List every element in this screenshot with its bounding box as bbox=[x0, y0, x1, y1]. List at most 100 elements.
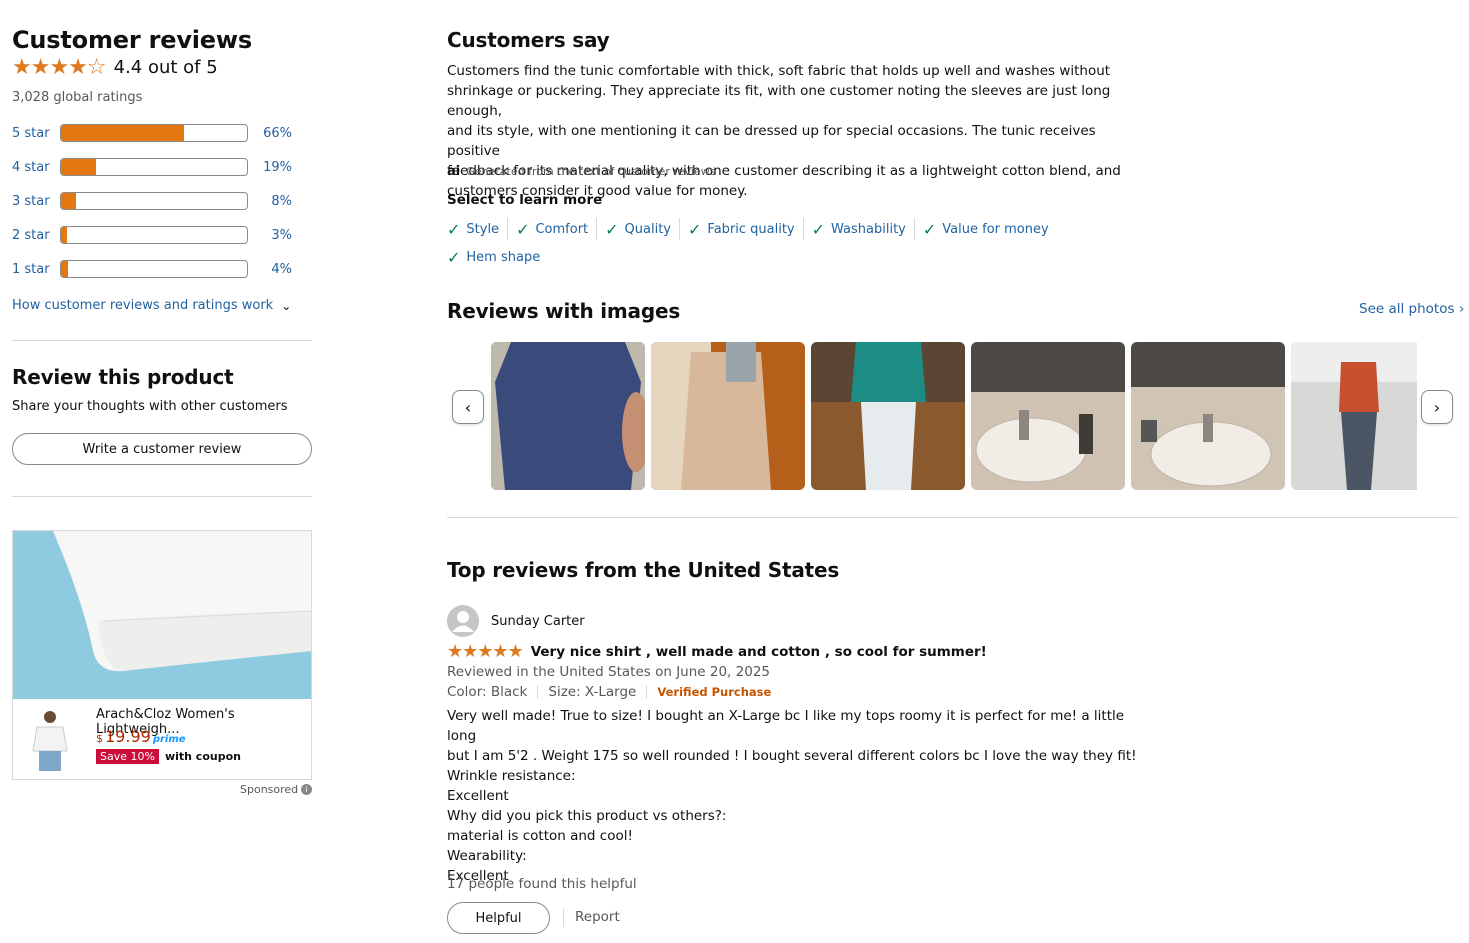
aspect-chip-value-for-money[interactable]: ✓ Value for money bbox=[923, 218, 1057, 240]
aspect-label: Style bbox=[466, 221, 500, 237]
checkmark-icon: ✓ bbox=[516, 219, 530, 239]
review-photo-red-shirt bbox=[1291, 342, 1417, 490]
review-product-subtitle: Share your thoughts with other customers bbox=[12, 399, 288, 414]
review-body-line: Very well made! True to size! I bought a… bbox=[447, 708, 1125, 744]
aspect-chip-comfort[interactable]: ✓ Comfort bbox=[516, 218, 598, 240]
ad-garment-image bbox=[53, 531, 311, 672]
review-image-1[interactable] bbox=[491, 342, 645, 490]
avatar bbox=[447, 605, 479, 637]
sponsored-ad[interactable]: Arach&Cloz Women's Lightweigh... $ 19.99… bbox=[12, 530, 312, 780]
review-image-2[interactable] bbox=[651, 342, 805, 490]
histogram-star-label: 4 star bbox=[12, 160, 50, 175]
aspect-label: Comfort bbox=[535, 221, 589, 237]
ad-coupon: Save 10% with coupon bbox=[96, 749, 241, 764]
histogram-percent: 8% bbox=[271, 194, 292, 209]
review-photo-blue-shirt bbox=[491, 342, 645, 490]
review-size[interactable]: Size: X-Large bbox=[548, 684, 636, 700]
global-ratings: 3,028 global ratings bbox=[12, 90, 143, 105]
chevron-right-icon: › bbox=[1433, 397, 1441, 417]
review-variant: Color: Black Size: X-Large Verified Purc… bbox=[447, 684, 771, 700]
histogram-star-label: 3 star bbox=[12, 194, 50, 209]
overall-rating[interactable]: ★★★★☆ 4.4 out of 5 bbox=[12, 55, 218, 80]
histogram-percent: 66% bbox=[263, 126, 292, 141]
sponsored-label[interactable]: Sponsored i bbox=[240, 783, 313, 796]
how-reviews-work-label: How customer reviews and ratings work bbox=[12, 298, 274, 313]
customer-reviews-title: Customer reviews bbox=[12, 26, 252, 54]
rating-text: 4.4 out of 5 bbox=[113, 57, 218, 78]
histogram-star-label: 1 star bbox=[12, 262, 50, 277]
histogram-percent: 19% bbox=[263, 160, 292, 175]
review-body-line: Why did you pick this product vs others?… bbox=[447, 808, 727, 824]
verified-purchase-badge: Verified Purchase bbox=[657, 685, 772, 699]
customers-say-title: Customers say bbox=[447, 28, 610, 52]
review-photo-mirror-selfie bbox=[651, 342, 805, 490]
rating-stars: ★★★★☆ bbox=[12, 55, 107, 80]
aspect-chips-row-1: ✓ Style ✓ Comfort ✓ Quality ✓ Fabric quality ✓ Wa… bbox=[447, 218, 1065, 240]
see-all-photos-label: See all photos bbox=[1359, 301, 1455, 317]
review-body-line: but I am 5'2 . Weight 175 so well rounde… bbox=[447, 748, 1137, 764]
aspect-chip-quality[interactable]: ✓ Quality bbox=[605, 218, 680, 240]
carousel-prev-button[interactable]: ‹ bbox=[452, 390, 484, 424]
review-meta: Reviewed in the United States on June 20… bbox=[447, 664, 770, 680]
carousel-next-button[interactable]: › bbox=[1421, 390, 1453, 424]
review-body: Very well made! True to size! I bought a… bbox=[447, 706, 1147, 886]
histogram-star-label: 5 star bbox=[12, 126, 50, 141]
review-image-6[interactable] bbox=[1291, 342, 1417, 490]
review-image-5[interactable] bbox=[1131, 342, 1285, 490]
review-photo-teal-shirt bbox=[811, 342, 965, 490]
aspect-label: Value for money bbox=[942, 221, 1049, 237]
review-body-line: Wrinkle resistance: bbox=[447, 768, 576, 784]
see-all-photos-link[interactable]: See all photos › bbox=[1359, 301, 1464, 317]
review-headline-row[interactable]: ★★★★★ Very nice shirt , well made and co… bbox=[447, 641, 987, 662]
review-image-3[interactable] bbox=[811, 342, 965, 490]
histogram-bar-fill bbox=[61, 125, 184, 141]
separator bbox=[646, 685, 648, 699]
helpful-button[interactable]: Helpful bbox=[447, 902, 550, 934]
histogram-bar bbox=[60, 260, 248, 278]
aspect-label: Fabric quality bbox=[707, 221, 795, 237]
aspect-chip-hem-shape[interactable]: ✓ Hem shape bbox=[447, 246, 548, 268]
histogram-bar-fill bbox=[61, 193, 76, 209]
histogram-bar bbox=[60, 192, 248, 210]
histogram-row-1-star[interactable]: 1 star 4% bbox=[12, 260, 302, 282]
how-reviews-work-link[interactable]: How customer reviews and ratings work ⌄ bbox=[12, 298, 291, 313]
aspect-chip-style[interactable]: ✓ Style bbox=[447, 218, 509, 240]
checkmark-icon: ✓ bbox=[605, 219, 619, 239]
select-to-learn-label: Select to learn more bbox=[447, 192, 603, 208]
divider bbox=[447, 517, 1458, 518]
helpful-count: 17 people found this helpful bbox=[447, 876, 637, 892]
histogram-bar bbox=[60, 158, 248, 176]
top-reviews-title: Top reviews from the United States bbox=[447, 558, 840, 582]
customers-say-summary: Customers find the tunic comfortable wit… bbox=[447, 61, 1137, 201]
histogram-row-2-star[interactable]: 2 star 3% bbox=[12, 226, 302, 248]
aspect-label: Quality bbox=[624, 221, 671, 237]
histogram-star-label: 2 star bbox=[12, 228, 50, 243]
summary-line: and its style, with one mentioning it ca… bbox=[447, 123, 1096, 159]
aspect-label: Hem shape bbox=[466, 249, 541, 265]
checkmark-icon: ✓ bbox=[447, 247, 461, 267]
review-product-title: Review this product bbox=[12, 365, 234, 389]
aspect-chip-washability[interactable]: ✓ Washability bbox=[812, 218, 915, 240]
ad-hero-image[interactable] bbox=[13, 531, 311, 699]
review-headline[interactable]: Very nice shirt , well made and cotton ,… bbox=[531, 644, 987, 660]
review-color[interactable]: Color: Black bbox=[447, 684, 527, 700]
aspect-chip-fabric-quality[interactable]: ✓ Fabric quality bbox=[688, 218, 804, 240]
save-badge: Save 10% bbox=[96, 749, 159, 764]
histogram-row-5-star[interactable]: 5 star 66% bbox=[12, 124, 302, 146]
checkmark-icon: ✓ bbox=[447, 219, 461, 239]
review-body-line: Excellent bbox=[447, 788, 509, 804]
review-author[interactable]: Sunday Carter bbox=[447, 605, 585, 637]
report-link[interactable]: Report bbox=[575, 909, 620, 925]
histogram-percent: 3% bbox=[271, 228, 292, 243]
histogram-row-3-star[interactable]: 3 star 8% bbox=[12, 192, 302, 214]
summary-line: Customers find the tunic comfortable wit… bbox=[447, 63, 1111, 79]
write-review-button[interactable]: Write a customer review bbox=[12, 433, 312, 465]
reviews-with-images-title: Reviews with images bbox=[447, 299, 681, 323]
chevron-left-icon: ‹ bbox=[464, 397, 472, 417]
ad-info[interactable]: Arach&Cloz Women's Lightweigh... $ 19.99… bbox=[13, 699, 311, 779]
author-name: Sunday Carter bbox=[491, 613, 585, 629]
review-photo-sink-2 bbox=[1131, 342, 1285, 490]
histogram-row-4-star[interactable]: 4 star 19% bbox=[12, 158, 302, 180]
separator bbox=[563, 909, 564, 927]
review-image-4[interactable] bbox=[971, 342, 1125, 490]
